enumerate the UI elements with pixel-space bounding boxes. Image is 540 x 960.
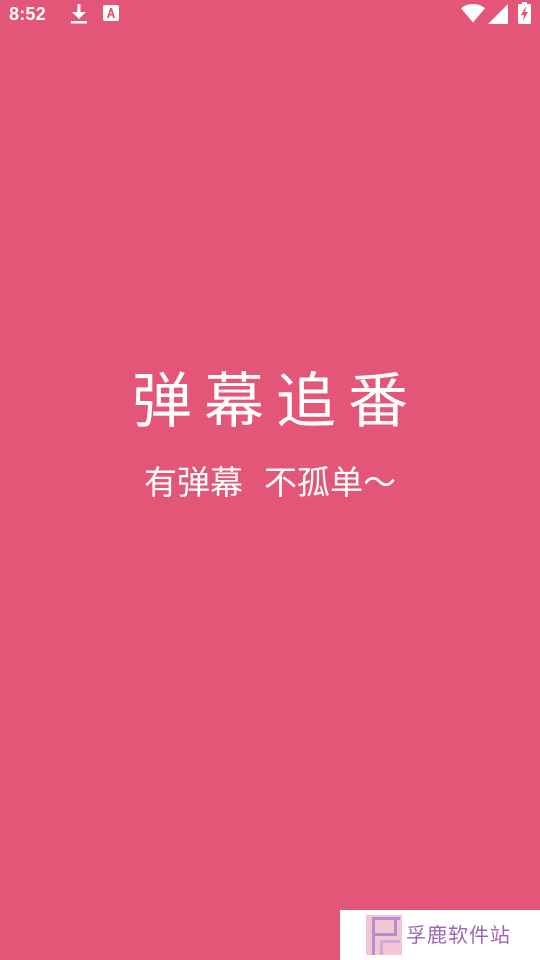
wifi-icon [461,4,485,23]
watermark-banner: 孚鹿软件站 [340,910,540,960]
splash-title: 弹幕追番 [132,367,420,437]
status-time: 8:52 [9,4,46,24]
watermark-text: 孚鹿软件站 [406,923,511,947]
download-icon [71,4,87,24]
fulu-logo-icon [366,915,402,955]
cellular-signal-icon [488,4,508,24]
status-bar: 8:52 [0,0,540,28]
splash-tagline: 有弹幕 不孤单～ [144,463,396,502]
battery-charging-icon [518,2,531,24]
app-notification-icon [103,5,119,21]
